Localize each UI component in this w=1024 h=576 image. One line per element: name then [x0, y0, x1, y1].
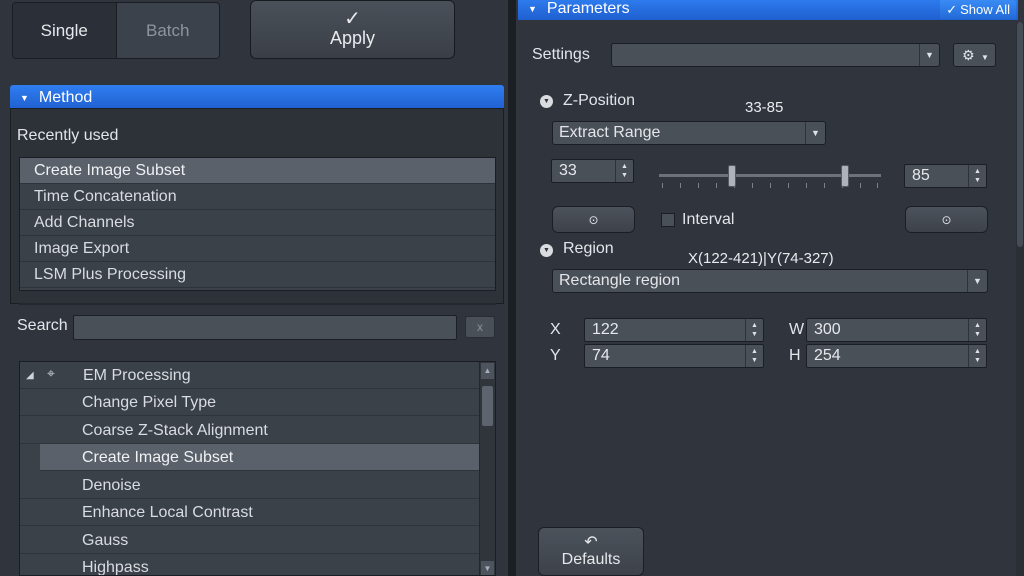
- interval-checkbox[interactable]: [661, 213, 675, 227]
- parameters-scrollbar[interactable]: [1016, 22, 1024, 576]
- target-icon: ⊙: [588, 212, 599, 227]
- spin-arrows-icon[interactable]: ▲ ▼: [968, 345, 986, 367]
- scroll-up-arrow-icon[interactable]: ▲: [481, 363, 494, 379]
- recently-used-list: Create Image Subset Time Concatenation A…: [19, 157, 496, 291]
- checkmark-icon: ✓: [946, 1, 958, 17]
- z-start-slider-handle[interactable]: [728, 165, 736, 187]
- chevron-down-icon: ▼: [981, 53, 989, 62]
- tree-item[interactable]: Create Image Subset: [40, 444, 480, 471]
- spin-arrows-icon[interactable]: ▲ ▼: [745, 319, 763, 341]
- spin-arrows-icon[interactable]: ▲ ▼: [745, 345, 763, 367]
- x-label: X: [550, 321, 561, 338]
- recent-item[interactable]: LSM Plus Processing: [20, 262, 495, 288]
- tree-scrollbar[interactable]: ▲ ▼: [479, 362, 495, 575]
- w-label: W: [789, 321, 805, 338]
- y-spinbox[interactable]: 74 ▲ ▼: [584, 344, 764, 368]
- target-icon: ⊙: [941, 212, 952, 227]
- search-input[interactable]: [73, 315, 457, 340]
- recent-item[interactable]: Image Export: [20, 236, 495, 262]
- collapse-z-position-icon[interactable]: ▼: [540, 95, 553, 108]
- tree-group-em-processing[interactable]: ◢ ⌖ EM Processing: [20, 362, 480, 389]
- region-range-text: X(122-421)|Y(74-327): [688, 250, 834, 267]
- chevron-down-icon: ▼: [967, 270, 987, 292]
- tree-item[interactable]: Highpass: [20, 554, 480, 575]
- apply-label: Apply: [329, 28, 376, 48]
- method-header[interactable]: ▼ Method: [10, 85, 504, 110]
- collapse-triangle-icon: ▼: [528, 4, 537, 14]
- expand-triangle-icon[interactable]: ◢: [26, 362, 34, 389]
- settings-options-button[interactable]: ⚙ ▼: [953, 43, 996, 67]
- recent-item[interactable]: Time Concatenation: [20, 184, 495, 210]
- y-label: Y: [550, 347, 561, 364]
- collapse-region-icon[interactable]: ▼: [540, 244, 553, 257]
- set-first-slice-button[interactable]: ⊙: [552, 206, 635, 233]
- w-spinbox[interactable]: 300 ▲ ▼: [806, 318, 987, 342]
- collapse-triangle-icon: ▼: [20, 92, 29, 103]
- interval-label: Interval: [682, 211, 735, 228]
- tree-item[interactable]: Change Pixel Type: [20, 389, 480, 416]
- region-mode-value: Rectangle region: [559, 272, 680, 289]
- settings-dropdown[interactable]: ▼: [611, 43, 940, 67]
- checkmark-icon: ✓: [344, 8, 361, 30]
- defaults-button[interactable]: ↶ Defaults: [538, 527, 644, 576]
- z-start-value: 33: [559, 162, 577, 179]
- chevron-down-icon: ▼: [919, 44, 939, 66]
- h-value: 254: [814, 347, 841, 364]
- spin-arrows-icon[interactable]: ▲ ▼: [968, 165, 986, 187]
- tree-item[interactable]: Gauss: [20, 527, 480, 554]
- z-start-spinbox[interactable]: 33 ▲ ▼: [551, 159, 634, 183]
- batch-mode-button[interactable]: Batch: [116, 3, 219, 58]
- parameters-header-title: Parameters: [546, 0, 630, 17]
- tree-group-label: EM Processing: [83, 367, 191, 384]
- mode-toggle: Single Batch: [12, 2, 220, 59]
- gear-icon: ⚙: [962, 47, 975, 63]
- y-value: 74: [592, 347, 610, 364]
- tree-item[interactable]: Coarse Z-Stack Alignment: [20, 417, 480, 444]
- em-processing-icon: ⌖: [47, 365, 55, 381]
- tree-item[interactable]: Enhance Local Contrast: [20, 499, 480, 526]
- show-all-toggle[interactable]: ✓ Show All: [940, 0, 1016, 19]
- panel-splitter[interactable]: [508, 0, 516, 576]
- z-end-value: 85: [912, 167, 930, 184]
- undo-icon: ↶: [584, 534, 598, 551]
- region-mode-dropdown[interactable]: Rectangle region ▼: [552, 269, 988, 293]
- defaults-label: Defaults: [561, 551, 621, 568]
- recent-item[interactable]: Add Channels: [20, 210, 495, 236]
- method-tree: ◢ ⌖ EM Processing Change Pixel Type Coar…: [19, 361, 496, 576]
- section-divider: [19, 303, 496, 305]
- recent-item[interactable]: Create Image Subset: [20, 158, 495, 184]
- show-all-label: Show All: [960, 2, 1010, 17]
- z-end-slider-handle[interactable]: [841, 165, 849, 187]
- x-spinbox[interactable]: 122 ▲ ▼: [584, 318, 764, 342]
- scroll-thumb[interactable]: [482, 386, 493, 426]
- h-spinbox[interactable]: 254 ▲ ▼: [806, 344, 987, 368]
- region-label: Region: [563, 240, 614, 257]
- scroll-down-arrow-icon[interactable]: ▼: [481, 561, 494, 575]
- spin-arrows-icon[interactable]: ▲ ▼: [615, 160, 633, 182]
- tree-item[interactable]: Denoise: [20, 472, 480, 499]
- z-mode-value: Extract Range: [559, 124, 661, 141]
- method-header-title: Method: [38, 88, 93, 106]
- set-last-slice-button[interactable]: ⊙: [905, 206, 988, 233]
- w-value: 300: [814, 321, 841, 338]
- left-panel: Single Batch ✓ Apply ▼ Method Recently u…: [0, 0, 508, 576]
- recently-used-label: Recently used: [17, 127, 119, 144]
- search-clear-button[interactable]: x: [465, 316, 495, 338]
- apply-button[interactable]: ✓ Apply: [250, 0, 455, 59]
- settings-label: Settings: [532, 46, 590, 63]
- spin-arrows-icon[interactable]: ▲ ▼: [968, 319, 986, 341]
- h-label: H: [789, 347, 801, 364]
- search-label: Search: [17, 317, 68, 334]
- z-mode-dropdown[interactable]: Extract Range ▼: [552, 121, 826, 145]
- x-value: 122: [592, 321, 619, 338]
- z-range-text: 33-85: [745, 99, 784, 116]
- single-mode-button[interactable]: Single: [13, 3, 117, 58]
- chevron-down-icon: ▼: [805, 122, 825, 144]
- z-position-label: Z-Position: [563, 92, 636, 109]
- z-end-spinbox[interactable]: 85 ▲ ▼: [904, 164, 987, 188]
- scroll-thumb[interactable]: [1017, 22, 1023, 247]
